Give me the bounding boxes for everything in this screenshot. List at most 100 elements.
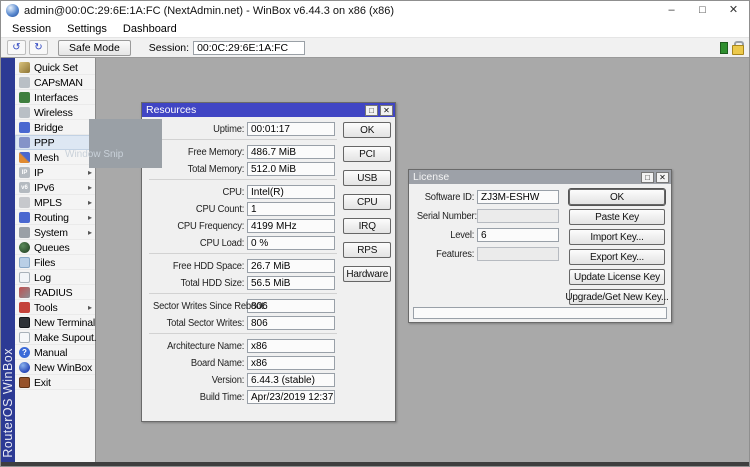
sidebar-item-capsman[interactable]: CAPsMAN <box>15 75 95 90</box>
menubar: Session Settings Dashboard <box>1 20 749 37</box>
sidebar-item-manual[interactable]: Manual <box>15 345 95 360</box>
total-sector-writes-field[interactable]: 806 <box>247 316 335 330</box>
pci-button[interactable]: PCI <box>343 146 391 162</box>
toolbar-status <box>720 41 743 55</box>
maximize-button[interactable]: □ <box>687 1 718 20</box>
sidebar-item-new-terminal[interactable]: New Terminal <box>15 315 95 330</box>
cpu-count-field[interactable]: 1 <box>247 202 335 216</box>
total-memory-field[interactable]: 512.0 MiB <box>247 162 335 176</box>
resource-row: Free HDD Space: 26.7 MiB <box>147 259 339 273</box>
serial-number-field[interactable] <box>477 209 559 223</box>
cpu-field[interactable]: Intel(R) <box>247 185 335 199</box>
sidebar-item-ip[interactable]: IP ▸ <box>15 165 95 180</box>
import-key-button[interactable]: Import Key... <box>569 229 665 245</box>
ok-button[interactable]: OK <box>569 189 665 205</box>
dialog-maximize-icon[interactable]: □ <box>641 172 654 183</box>
rps-button[interactable]: RPS <box>343 242 391 258</box>
ok-button[interactable]: OK <box>343 122 391 138</box>
free-memory-field[interactable]: 486.7 MiB <box>247 145 335 159</box>
dialog-maximize-icon[interactable]: □ <box>365 105 378 116</box>
group-separator <box>149 253 337 254</box>
software-id-field[interactable]: ZJ3M-ESHW <box>477 190 559 204</box>
sidebar-item-label: New Terminal <box>34 317 95 329</box>
cpu-load-field[interactable]: 0 % <box>247 236 335 250</box>
architecture-name-field[interactable]: x86 <box>247 339 335 353</box>
update-license-key-button[interactable]: Update License Key <box>569 269 665 285</box>
manual-icon <box>19 347 30 358</box>
field-label: Board Name: <box>153 358 247 369</box>
license-dialog-titlebar[interactable]: License □ ✕ <box>409 170 671 184</box>
total-hdd-size-field[interactable]: 56.5 MiB <box>247 276 335 290</box>
sidebar-item-make-supout[interactable]: Make Supout.rif <box>15 330 95 345</box>
upgrade-get-new-key-button[interactable]: Upgrade/Get New Key... <box>569 289 665 305</box>
export-key-button[interactable]: Export Key... <box>569 249 665 265</box>
cpu-frequency-field[interactable]: 4199 MHz <box>247 219 335 233</box>
field-label: Software ID: <box>417 192 477 203</box>
sidebar-item-radius[interactable]: RADIUS <box>15 285 95 300</box>
toolbar: ↺ ↻ Safe Mode Session: 00:0C:29:6E:1A:FC <box>1 37 749 57</box>
routeros-winbox-banner: RouterOS WinBox <box>1 58 15 462</box>
sidebar-item-bridge[interactable]: Bridge <box>15 120 95 135</box>
sidebar-item-interfaces[interactable]: Interfaces <box>15 90 95 105</box>
paste-key-button[interactable]: Paste Key <box>569 209 665 225</box>
menu-item[interactable]: Settings <box>59 22 115 36</box>
sidebar-item-ipv6[interactable]: IPv6 ▸ <box>15 180 95 195</box>
sidebar-item-mpls[interactable]: MPLS ▸ <box>15 195 95 210</box>
redo-icon[interactable]: ↻ <box>29 40 48 55</box>
field-label: Sector Writes Since Reboot: <box>153 301 247 312</box>
content-area: RouterOS WinBox Quick Set CAPsMAN <box>1 57 749 462</box>
sidebar-item-ppp[interactable]: PPP <box>15 135 95 150</box>
sidebar-item-tools[interactable]: Tools ▸ <box>15 300 95 315</box>
sidebar-item-log[interactable]: Log <box>15 270 95 285</box>
version-field[interactable]: 6.44.3 (stable) <box>247 373 335 387</box>
uptime-field[interactable]: 00:01:17 <box>247 122 335 136</box>
cpu-button[interactable]: CPU <box>343 194 391 210</box>
free-hdd-space-field[interactable]: 26.7 MiB <box>247 259 335 273</box>
terminal-icon <box>19 317 30 328</box>
submenu-arrow-icon: ▸ <box>88 228 93 237</box>
resource-row: CPU Count: 1 <box>147 202 339 216</box>
field-label: CPU: <box>153 187 247 198</box>
close-button[interactable]: ✕ <box>718 1 749 20</box>
dialog-close-icon[interactable]: ✕ <box>380 105 393 116</box>
usb-button[interactable]: USB <box>343 170 391 186</box>
field-label: Features: <box>417 249 477 260</box>
menu-item[interactable]: Session <box>4 22 59 36</box>
sidebar-item-wireless[interactable]: Wireless <box>15 105 95 120</box>
dialog-close-icon[interactable]: ✕ <box>656 172 669 183</box>
license-dialog: License □ ✕ Software ID: ZJ3M-ESHW <box>408 169 672 323</box>
resource-row: Board Name: x86 <box>147 356 339 370</box>
resource-row: Build Time: Apr/23/2019 12:37:03 <box>147 390 339 404</box>
ip-icon <box>19 167 30 178</box>
mdi-workspace: Resources □ ✕ Uptime: <box>96 58 749 462</box>
license-fields: Software ID: ZJ3M-ESHW Serial Number: Le… <box>413 190 559 266</box>
sidebar-item-routing[interactable]: Routing ▸ <box>15 210 95 225</box>
safe-mode-button[interactable]: Safe Mode <box>58 40 131 56</box>
field-label: Total Memory: <box>153 164 247 175</box>
build-time-field[interactable]: Apr/23/2019 12:37:03 <box>247 390 335 404</box>
sidebar-item-label: Queues <box>34 242 70 254</box>
irq-button[interactable]: IRQ <box>343 218 391 234</box>
minimize-button[interactable]: – <box>656 1 687 20</box>
sidebar-item-files[interactable]: Files <box>15 255 95 270</box>
group-separator <box>149 179 337 180</box>
resource-row: Version: 6.44.3 (stable) <box>147 373 339 387</box>
field-label: Total HDD Size: <box>153 278 247 289</box>
sidebar-item-exit[interactable]: Exit <box>15 375 95 390</box>
sidebar-item-label: Routing <box>34 212 69 224</box>
sidebar-item-system[interactable]: System ▸ <box>15 225 95 240</box>
session-input[interactable]: 00:0C:29:6E:1A:FC <box>193 41 305 55</box>
winbox-icon <box>19 362 30 373</box>
sidebar-item-quick-set[interactable]: Quick Set <box>15 60 95 75</box>
sidebar-item-queues[interactable]: Queues <box>15 240 95 255</box>
sidebar-item-new-winbox[interactable]: New WinBox <box>15 360 95 375</box>
level-field[interactable]: 6 <box>477 228 559 242</box>
hardware-button[interactable]: Hardware <box>343 266 391 282</box>
board-name-field[interactable]: x86 <box>247 356 335 370</box>
undo-icon[interactable]: ↺ <box>7 40 26 55</box>
menu-item[interactable]: Dashboard <box>115 22 185 36</box>
resources-fields: Uptime: 00:01:17 Free Memory: 486.7 MiB <box>147 122 339 407</box>
features-field[interactable] <box>477 247 559 261</box>
sidebar-item-label: System <box>34 227 68 239</box>
resources-dialog-titlebar[interactable]: Resources □ ✕ <box>142 103 395 117</box>
